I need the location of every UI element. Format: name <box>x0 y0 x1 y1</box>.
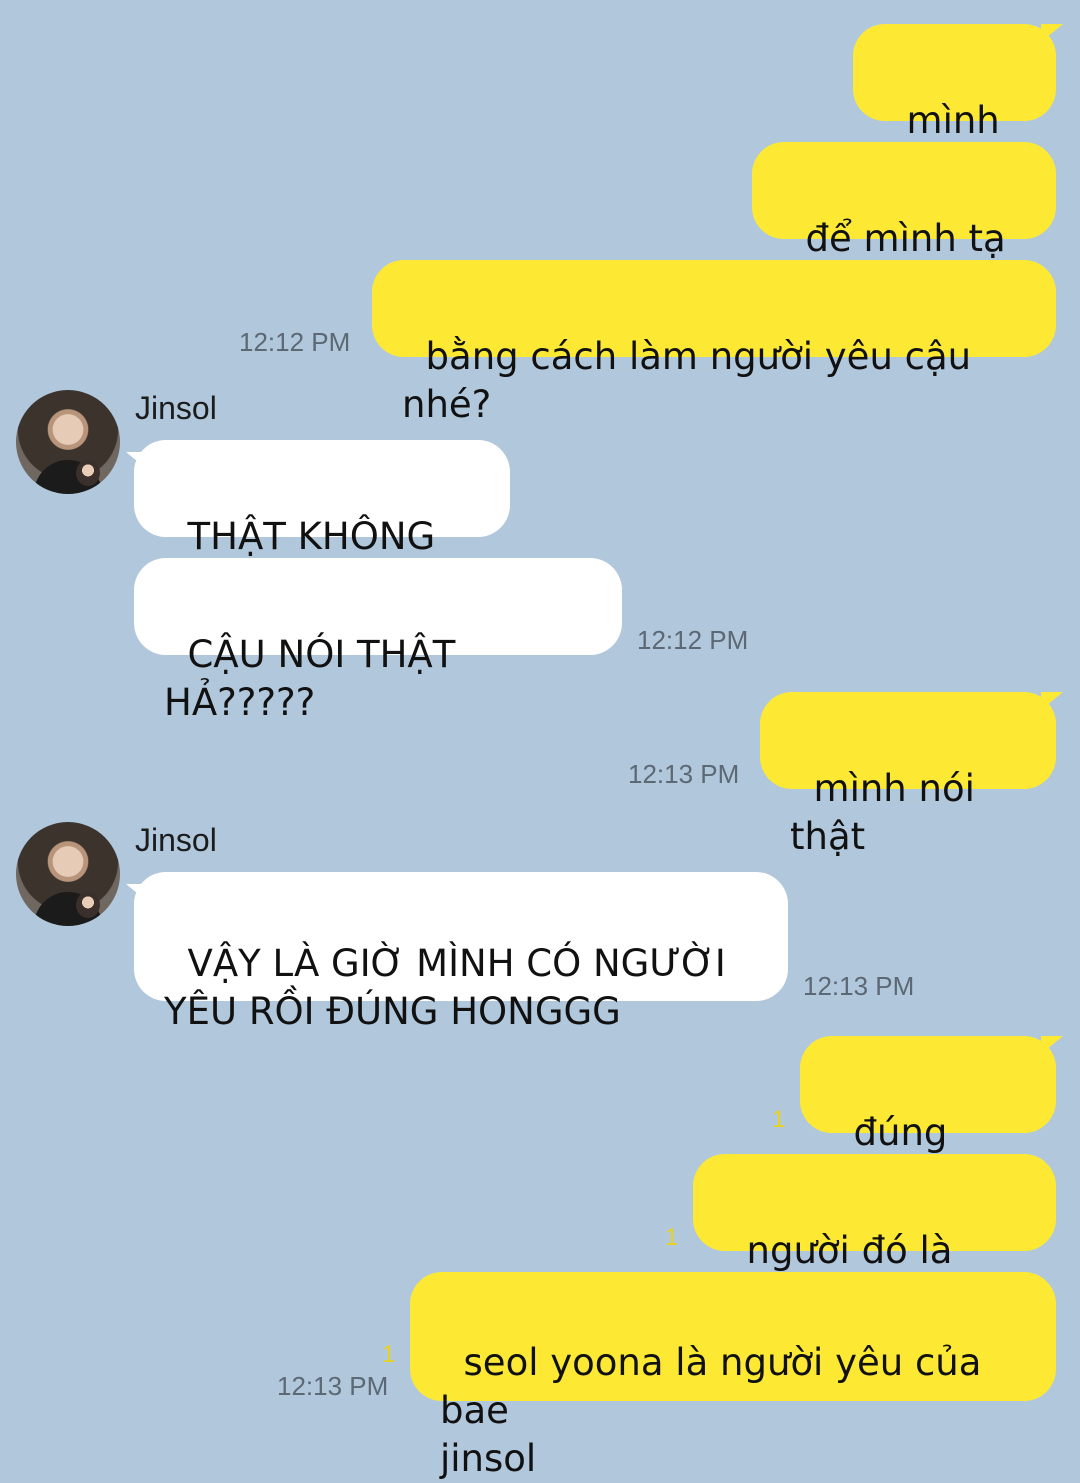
message-timestamp: 12:13 PM <box>628 759 740 789</box>
message-timestamp: 12:13 PM <box>277 1371 389 1401</box>
message-text: mình nói thật <box>790 767 987 858</box>
bubble-tail <box>126 884 148 902</box>
contact-name: Jinsol <box>135 390 217 426</box>
my-message-bubble[interactable]: bằng cách làm người yêu cậu nhé? <box>372 260 1056 426</box>
message-timestamp: 12:13 PM <box>803 971 915 1001</box>
unread-count: 1 <box>772 1106 786 1133</box>
contact-avatar[interactable] <box>16 822 120 926</box>
unread-count: 1 <box>665 1224 679 1251</box>
bubble-tail <box>126 452 148 470</box>
their-message-bubble[interactable]: THẬT KHÔNG ĐÓ <box>134 440 510 606</box>
bubble-tail <box>1041 24 1063 42</box>
message-text: CẬU NÓI THẬT HẢ????? <box>164 633 468 724</box>
message-text: bằng cách làm người yêu cậu nhé? <box>402 335 983 426</box>
message-timestamp: 12:12 PM <box>637 625 749 655</box>
my-message-bubble[interactable]: đúng đúng <box>800 1036 1056 1202</box>
bubble-tail <box>1041 1036 1063 1054</box>
message-text: seol yoona là người yêu của bae jinsol <box>440 1341 982 1480</box>
bubble-tail <box>1041 692 1063 710</box>
their-message-bubble[interactable]: CẬU NÓI THẬT HẢ????? <box>134 558 622 724</box>
unread-count: 1 <box>382 1341 396 1368</box>
message-text: VẬY LÀ GIỜ MÌNH CÓ NGƯỜI YÊU RỒI ĐÚNG HO… <box>164 942 726 1033</box>
message-timestamp: 12:12 PM <box>239 327 351 357</box>
my-message-bubble[interactable]: mình có <box>853 24 1056 190</box>
my-message-bubble[interactable]: seol yoona là người yêu của bae jinsol <box>410 1272 1056 1480</box>
their-message-bubble[interactable]: VẬY LÀ GIỜ MÌNH CÓ NGƯỜI YÊU RỒI ĐÚNG HO… <box>134 872 788 1033</box>
my-message-bubble[interactable]: để mình tạ lỗi <box>752 142 1056 308</box>
my-message-bubble[interactable]: mình nói thật <box>760 692 1056 858</box>
contact-avatar[interactable] <box>16 390 120 494</box>
my-message-bubble[interactable]: người đó là mình <box>693 1154 1056 1320</box>
contact-name: Jinsol <box>135 822 217 858</box>
